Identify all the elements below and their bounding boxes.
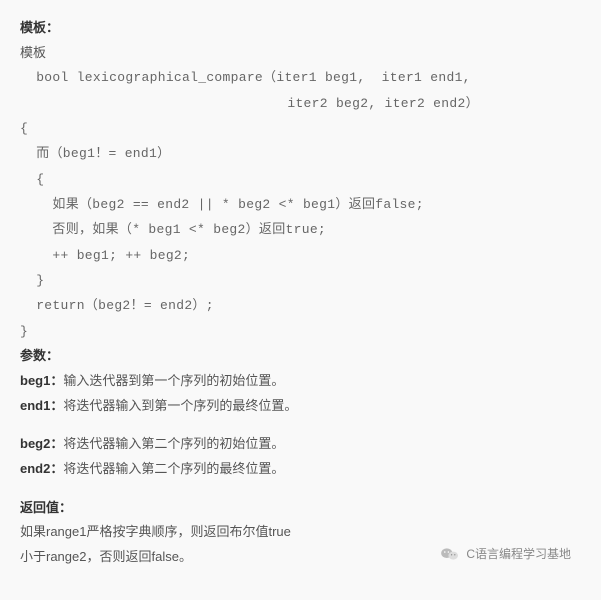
code-line: 否则，如果（* beg1 <* beg2）返回true; [52, 222, 326, 237]
param-end1: end1：将迭代器输入到第一个序列的最终位置。 [20, 394, 581, 419]
code-line: ++ beg1; ++ beg2; [52, 248, 190, 263]
return-heading: 返回值： [20, 496, 581, 521]
code-line: bool lexicographical_compare（iter1 beg1,… [36, 70, 471, 85]
param-beg2: beg2：将迭代器输入第二个序列的初始位置。 [20, 432, 581, 457]
code-line: iter2 beg2, iter2 end2） [287, 96, 479, 111]
template-word: 模板 [20, 41, 581, 66]
param-desc: 输入迭代器到第一个序列的初始位置。 [63, 373, 284, 388]
wechat-icon [440, 546, 460, 562]
return-line: 如果range1严格按字典顺序，则返回布尔值true [20, 520, 581, 545]
code-line: { [36, 172, 44, 187]
code-line: 而（beg1！= end1） [36, 146, 170, 161]
template-heading: 模板： [20, 16, 581, 41]
param-end2: end2：将迭代器输入第二个序列的最终位置。 [20, 457, 581, 482]
param-beg1: beg1：输入迭代器到第一个序列的初始位置。 [20, 369, 581, 394]
param-key: beg2： [20, 436, 63, 451]
param-desc: 将迭代器输入第二个序列的初始位置。 [63, 436, 284, 451]
param-key: end1： [20, 398, 63, 413]
footer-credit: C语言编程学习基地 [440, 543, 571, 566]
code-line: { [20, 121, 28, 136]
code-block: bool lexicographical_compare（iter1 beg1,… [20, 65, 581, 344]
code-line: } [20, 324, 28, 339]
code-line: } [36, 273, 44, 288]
code-line: 如果（beg2 == end2 || * beg2 <* beg1）返回fals… [52, 197, 423, 212]
param-desc: 将迭代器输入到第一个序列的最终位置。 [63, 398, 297, 413]
param-desc: 将迭代器输入第二个序列的最终位置。 [63, 461, 284, 476]
footer-text: C语言编程学习基地 [466, 543, 571, 566]
params-heading: 参数： [20, 344, 581, 369]
param-key: end2： [20, 461, 63, 476]
code-line: return（beg2！= end2）; [36, 298, 214, 313]
param-key: beg1： [20, 373, 63, 388]
